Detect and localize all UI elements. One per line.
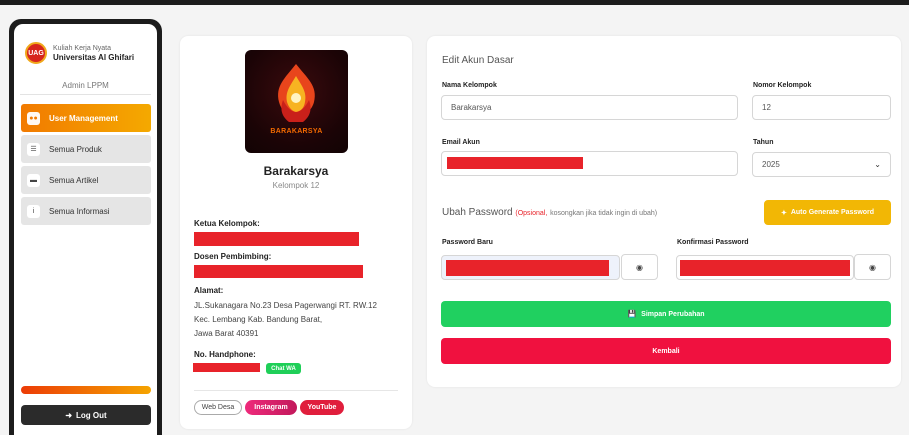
show-confirm-password-button[interactable]: ◉ [854, 254, 891, 280]
show-password-button[interactable]: ◉ [621, 254, 658, 280]
sidebar-panel: UAG Kuliah Kerja Nyata Universitas Al Gh… [14, 24, 157, 435]
sidebar-item-label: User Management [49, 113, 118, 123]
sidebar: UAG Kuliah Kerja Nyata Universitas Al Gh… [9, 19, 162, 435]
group-profile-card: BARAKARSYA Barakarsya Kelompok 12 Ketua … [180, 36, 412, 429]
sidebar-item-semua-artikel[interactable]: ▬ Semua Artikel [21, 166, 151, 194]
group-name: Barakarsya [263, 164, 329, 178]
address-line: Jawa Barat 40391 [194, 329, 259, 338]
magic-wand-icon: ✦ [780, 209, 787, 217]
year-label: Tahun [753, 139, 774, 146]
sidebar-divider [20, 94, 151, 95]
brand-title: Universitas Al Ghifari [53, 53, 135, 62]
confirm-password-input[interactable] [676, 255, 854, 280]
edit-account-form: Edit Akun Dasar Nama Kelompok Barakarsya… [427, 36, 901, 387]
leader-label: Ketua Kelompok: [194, 219, 260, 228]
new-password-label: Password Baru [442, 239, 493, 246]
sidebar-item-label: Semua Artikel [49, 175, 99, 185]
confirm-password-label: Konfirmasi Password [677, 239, 749, 246]
save-icon: 💾 [627, 311, 637, 318]
group-name-label: Nama Kelompok [442, 82, 497, 89]
article-icon: ▬ [27, 173, 40, 187]
flame-hand-icon [278, 64, 315, 122]
university-logo-icon: UAG [25, 42, 47, 64]
info-icon: i [27, 204, 40, 218]
password-optional: (Opsional, [515, 210, 548, 217]
auto-generate-password-button[interactable]: ✦ Auto Generate Password [764, 200, 891, 225]
sidebar-item-semua-produk[interactable]: ☰ Semua Produk [21, 135, 151, 163]
address-line: JL.Sukanagara No.23 Desa Pagerwangi RT. … [194, 301, 377, 310]
new-password-redacted [446, 260, 609, 276]
email-redacted [447, 157, 583, 169]
eye-icon: ◉ [869, 262, 876, 272]
group-name-input[interactable]: Barakarsya [441, 95, 738, 120]
save-button[interactable]: 💾 Simpan Perubahan [441, 301, 891, 327]
phone-label: No. Handphone: [194, 350, 256, 359]
users-icon: ●● [27, 111, 40, 125]
advisor-label: Dosen Pembimbing: [194, 252, 272, 261]
logout-label: Log Out [76, 410, 107, 420]
year-select[interactable]: 2025 ⌄ [752, 152, 891, 177]
instagram-link[interactable]: Instagram [245, 400, 297, 415]
brand-subtitle: Kuliah Kerja Nyata [53, 45, 111, 52]
group-logo: BARAKARSYA [245, 50, 348, 153]
form-title: Edit Akun Dasar [442, 55, 514, 66]
back-button[interactable]: Kembali [441, 338, 891, 364]
password-section-title: Ubah Password (Opsional, kosongkan jika … [442, 207, 657, 218]
brand: UAG Kuliah Kerja Nyata Universitas Al Gh… [25, 42, 134, 64]
web-desa-link[interactable]: Web Desa [194, 400, 242, 415]
product-icon: ☰ [27, 142, 40, 156]
chevron-down-icon: ⌄ [874, 160, 881, 169]
logout-button[interactable]: ➜ Log Out [21, 405, 151, 425]
year-value: 2025 [762, 160, 780, 169]
email-label: Email Akun [442, 139, 480, 146]
sidebar-item-user-management[interactable]: ●● User Management [21, 104, 151, 132]
auto-generate-label: Auto Generate Password [790, 209, 875, 216]
sidebar-item-label: Semua Informasi [49, 206, 110, 216]
sidebar-item-semua-informasi[interactable]: i Semua Informasi [21, 197, 151, 225]
user-role: Admin LPPM [62, 81, 109, 90]
address-text: JL.Sukanagara No.23 Desa Pagerwangi RT. … [194, 299, 404, 341]
group-logo-text: BARAKARSYA [270, 128, 323, 135]
profile-divider [194, 390, 398, 391]
top-bar [0, 0, 909, 5]
address-label: Alamat: [194, 286, 224, 295]
sidebar-menu: ●● User Management ☰ Semua Produk ▬ Semu… [21, 104, 151, 228]
group-number: Kelompok 12 [272, 181, 320, 190]
confirm-password-redacted [680, 260, 850, 276]
logout-icon: ➜ [65, 410, 73, 420]
sidebar-accent-bar [21, 386, 151, 394]
password-title: Ubah Password [442, 207, 513, 218]
youtube-link[interactable]: YouTube [300, 400, 344, 415]
phone-number-redacted [193, 363, 260, 372]
email-input[interactable] [441, 151, 738, 176]
advisor-name-redacted [194, 265, 363, 278]
sidebar-item-label: Semua Produk [49, 144, 102, 154]
group-number-input[interactable]: 12 [752, 95, 891, 120]
password-hint: kosongkan jika tidak ingin di ubah) [550, 210, 658, 217]
address-line: Kec. Lembang Kab. Bandung Barat, [194, 315, 323, 324]
leader-name-redacted [194, 232, 359, 246]
save-label: Simpan Perubahan [641, 310, 705, 318]
eye-icon: ◉ [636, 262, 643, 272]
group-number-label: Nomor Kelompok [753, 82, 812, 89]
chat-wa-button[interactable]: Chat WA [266, 363, 301, 374]
new-password-input[interactable] [441, 255, 620, 280]
